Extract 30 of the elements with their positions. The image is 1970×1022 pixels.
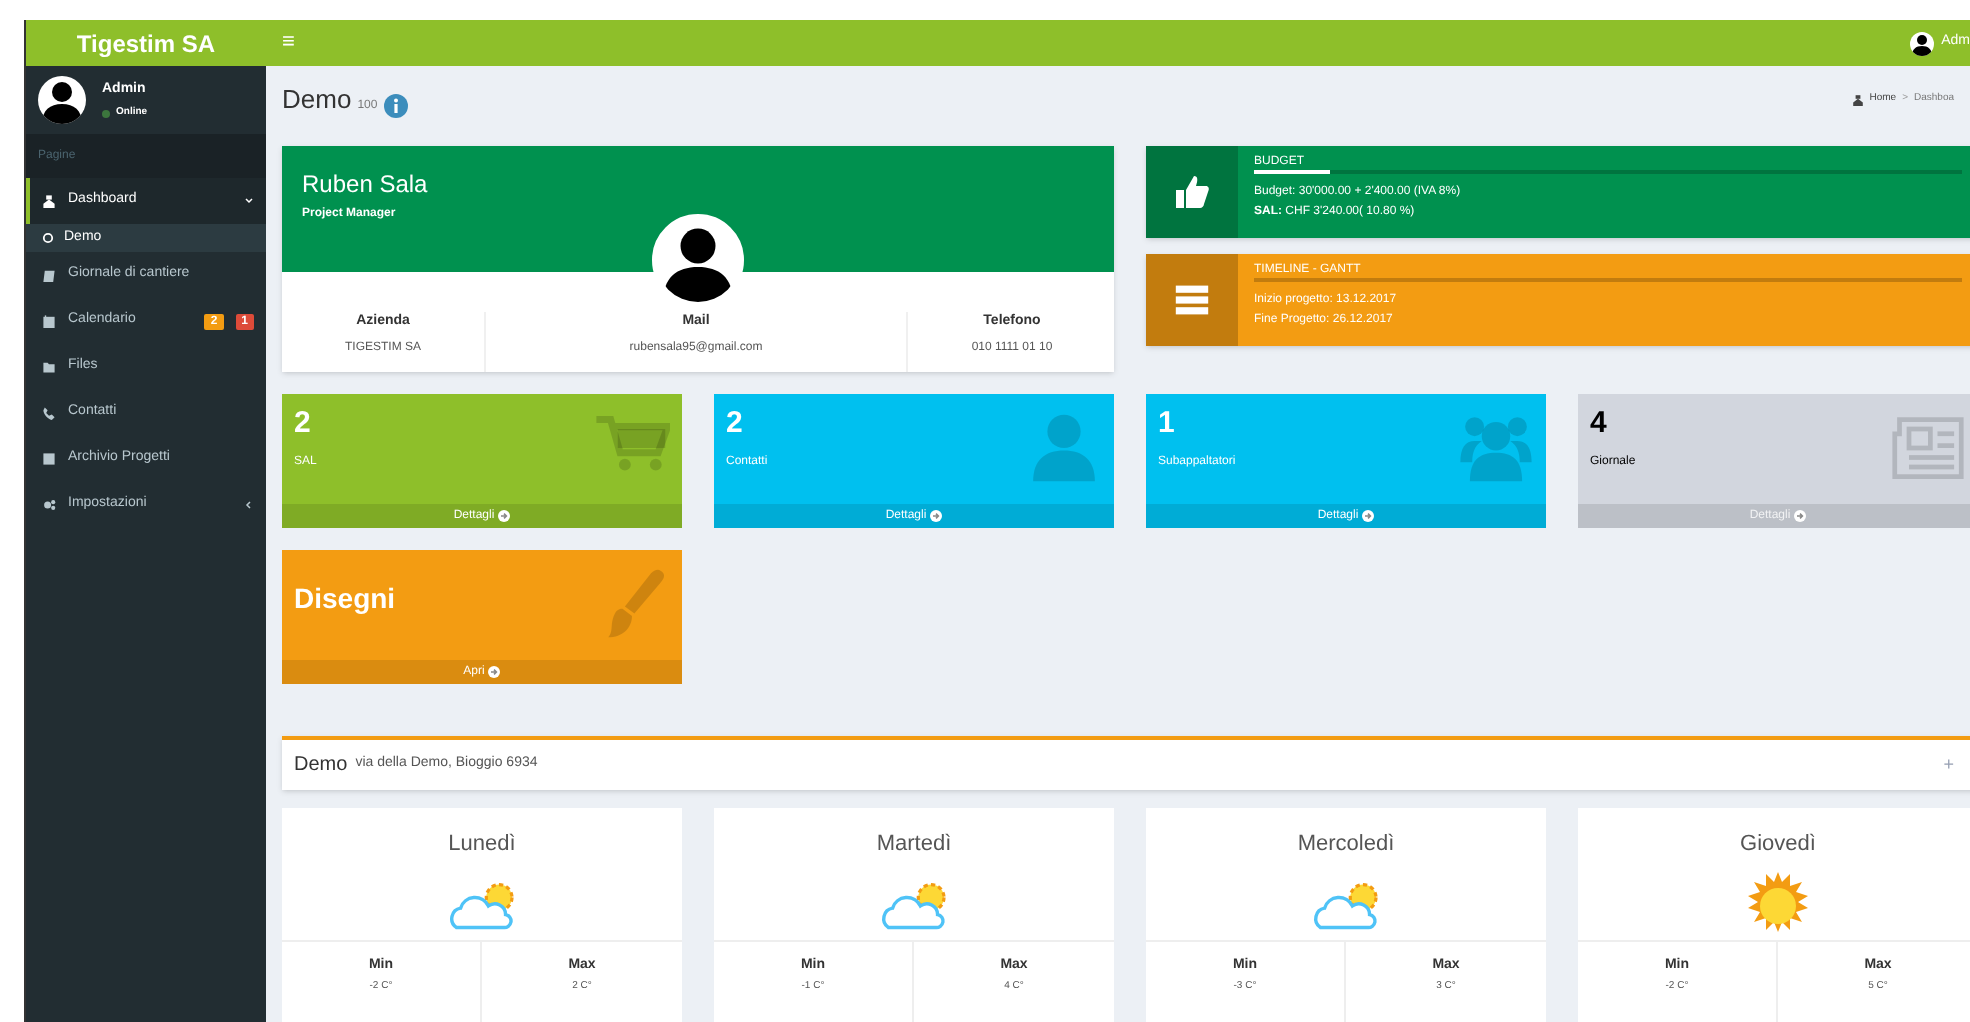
menu-icon [42,360,56,374]
tile-count: 2 [294,406,313,442]
arrow-circle-icon [1794,510,1807,522]
page-title: Demo [282,82,352,119]
weather-day: Martedì [714,828,1114,861]
profile-name: Ruben Sala [302,168,430,202]
weather-day: Lunedì [282,828,682,861]
tile-count: 2 [726,406,745,442]
arrow-circle-icon [498,510,511,522]
tile-title: Disegni [294,580,396,618]
menu-icon [42,452,56,466]
menu-icon [42,406,56,420]
arrow-circle-icon [488,666,501,678]
weather-day: Giovedì [1578,828,1970,861]
panel-title: Demo [294,752,348,780]
arrow-circle-icon [930,510,943,522]
menu-icon [42,498,56,512]
circle-icon [42,232,54,244]
thumbs-up-icon [1172,172,1212,212]
menu-icon [42,268,56,282]
menu-icon [42,194,56,208]
tile-count: 4 [1590,406,1609,442]
info-icon [383,93,408,118]
user-avatar-icon [38,76,86,124]
server-icon [1170,282,1214,318]
user-avatar-icon [1909,31,1934,55]
weather-day: Mercoledì [1146,828,1546,861]
arrow-circle-icon [1362,510,1375,522]
tile-count: 1 [1158,406,1177,442]
menu-icon [42,314,56,328]
